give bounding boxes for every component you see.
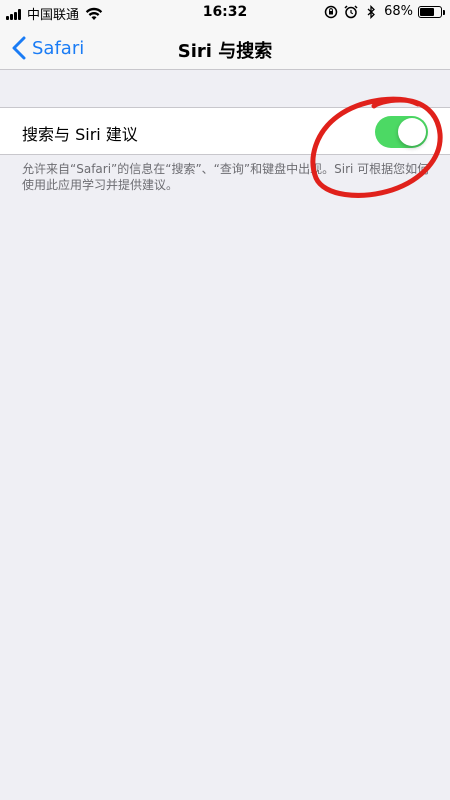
red-circle-annotation	[310, 96, 443, 198]
search-siri-suggestions-label: 搜索与 Siri 建议	[22, 125, 138, 144]
orientation-lock-icon	[324, 5, 338, 18]
status-bar: 中国联通 16:32 68%	[0, 0, 450, 26]
battery-percent: 68%	[384, 4, 413, 19]
nav-bar: Safari Siri 与搜索	[0, 26, 450, 70]
battery-fill	[420, 7, 434, 16]
battery-icon	[418, 5, 445, 18]
status-right: 68%	[318, 4, 445, 19]
page-title: Siri 与搜索	[177, 41, 273, 62]
alarm-icon	[344, 4, 358, 18]
bluetooth-icon	[367, 4, 376, 19]
